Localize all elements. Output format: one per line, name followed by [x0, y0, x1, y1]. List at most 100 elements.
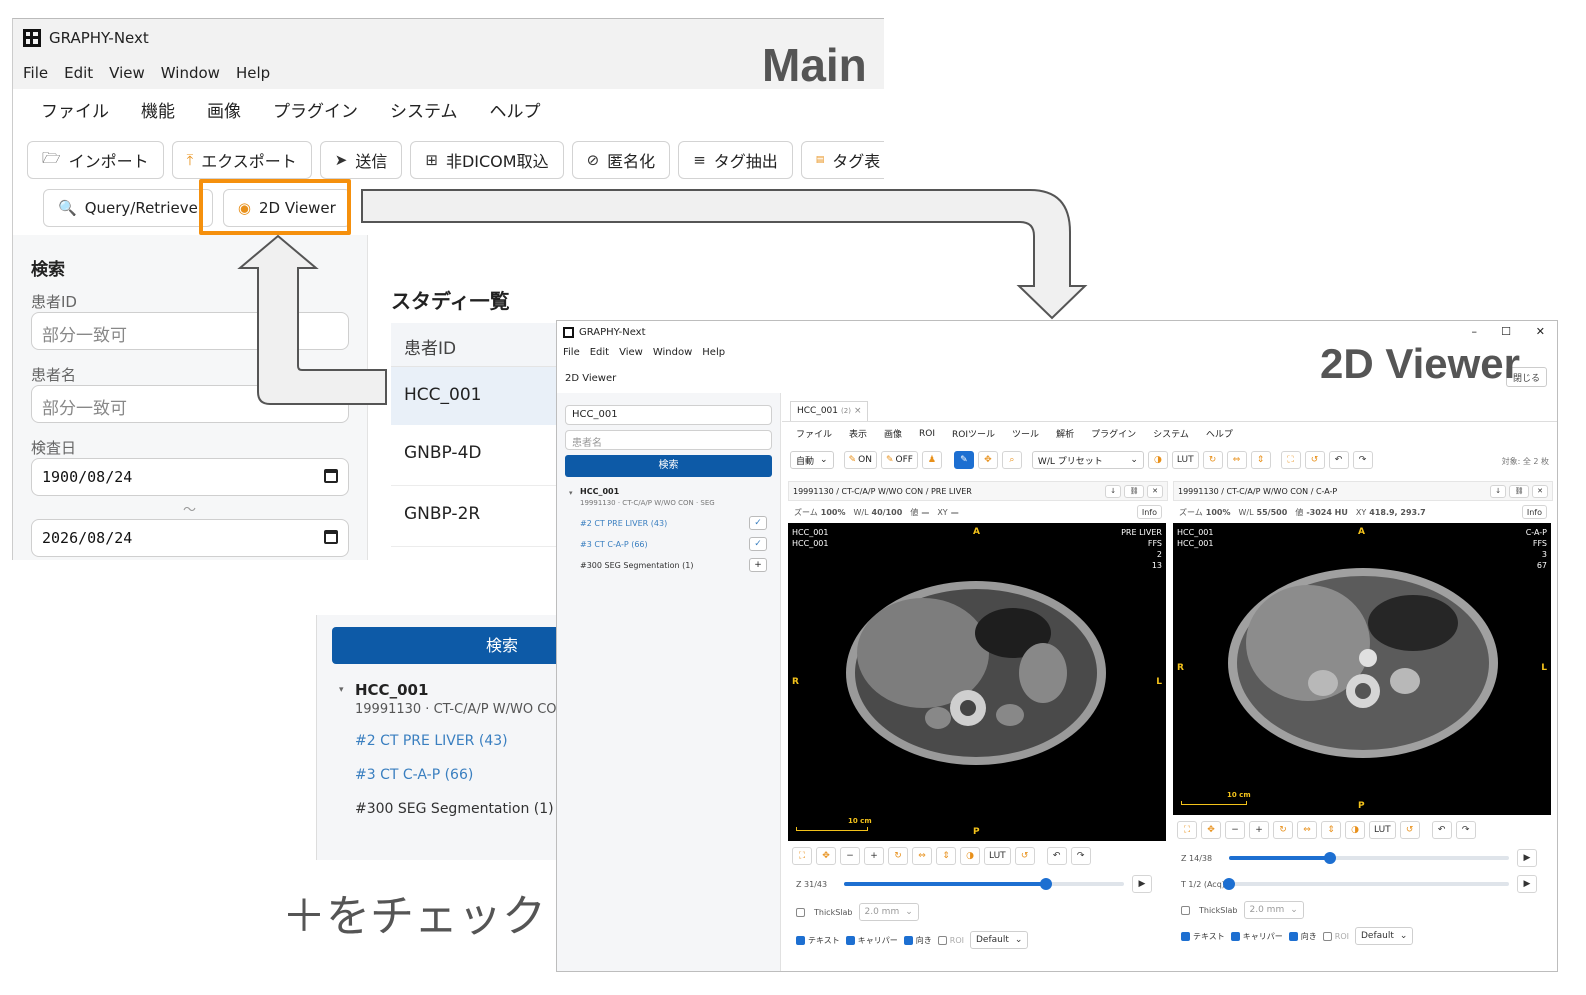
info-button[interactable]: Info — [1136, 505, 1162, 519]
thickslab-checkbox[interactable] — [1181, 905, 1190, 915]
reset-icon[interactable]: ↺ — [1014, 847, 1035, 865]
option-checkbox[interactable]: 向き — [1288, 931, 1317, 942]
option-checkbox[interactable]: テキスト — [796, 935, 840, 946]
undo-icon[interactable]: ↶ — [1328, 451, 1349, 469]
download-icon[interactable]: ↓ — [1105, 484, 1122, 498]
reset-icon[interactable]: ↺ — [1399, 821, 1420, 839]
slice-slider[interactable] — [844, 878, 1124, 890]
slice-slider[interactable] — [1229, 852, 1509, 864]
option-checkbox[interactable]: キャリパー — [845, 935, 898, 946]
zoom-in-icon[interactable]: + — [864, 847, 884, 865]
flip-horizontal-icon[interactable]: ⇔ — [1226, 451, 1247, 469]
invert-icon[interactable]: ◑ — [960, 847, 980, 865]
jp-menu-analysis[interactable]: 解析 — [1056, 427, 1074, 440]
jp-menu-tools[interactable]: ツール — [1012, 427, 1039, 440]
menu-view[interactable]: View — [619, 347, 643, 359]
undo-icon[interactable]: ↶ — [1431, 821, 1452, 839]
play-button[interactable]: ▶ — [1517, 875, 1537, 893]
play-button[interactable]: ▶ — [1517, 849, 1537, 867]
option-checkbox[interactable]: ROI — [1322, 931, 1349, 941]
menu-help[interactable]: Help — [702, 347, 725, 359]
fit-icon[interactable]: ⛶ — [1280, 451, 1301, 469]
draw-tool-icon[interactable]: ✎ — [953, 451, 974, 469]
option-checkbox[interactable]: 向き — [903, 935, 932, 946]
series-check-button[interactable]: ✓ — [749, 537, 767, 551]
patient-id-input[interactable]: HCC_001 — [565, 405, 772, 425]
viewer-search-button[interactable]: 検索 — [565, 455, 772, 477]
flip-vertical-icon[interactable]: ⇕ — [1250, 451, 1271, 469]
preset-select[interactable]: Default ⌄ — [969, 931, 1029, 949]
zoom-in-icon[interactable]: + — [1249, 821, 1269, 839]
menu-edit[interactable]: Edit — [590, 347, 609, 359]
flip-vertical-icon[interactable]: ⇕ — [1321, 821, 1341, 839]
expand-caret-icon[interactable]: ▾ — [569, 489, 573, 497]
close-window-button[interactable]: ✕ — [1536, 325, 1545, 338]
overlay-off-button[interactable]: ✎ OFF — [880, 451, 918, 469]
minimize-button[interactable]: – — [1472, 325, 1478, 338]
jp-menu-system[interactable]: システム — [1153, 427, 1189, 440]
ct-image-viewport[interactable]: HCC_001 HCC_001 C-A-P FFS 3 67 A P R L 10 cm — [1173, 523, 1551, 815]
series-item[interactable]: #3 CT C-A-P (66) — [355, 767, 473, 783]
close-icon[interactable]: ✕ — [1532, 484, 1548, 498]
download-icon[interactable]: ↓ — [1490, 484, 1507, 498]
menu-window[interactable]: Window — [653, 347, 692, 359]
pan-icon[interactable]: ✥ — [816, 847, 836, 865]
slider-knob[interactable] — [1039, 878, 1052, 890]
series-item[interactable]: #3 CT C-A-P (66) — [580, 540, 648, 549]
slider-knob[interactable] — [1323, 852, 1336, 864]
option-checkbox[interactable]: ROI — [937, 935, 964, 945]
jp-menu-image[interactable]: 画像 — [884, 427, 902, 440]
option-checkbox[interactable]: テキスト — [1181, 931, 1225, 942]
auto-select[interactable]: 自動 ⌄ — [790, 451, 834, 469]
rotate-icon[interactable]: ↻ — [1202, 451, 1223, 469]
series-item[interactable]: #2 CT PRE LIVER (43) — [355, 733, 508, 749]
jp-menu-display[interactable]: 表示 — [849, 427, 867, 440]
thickslab-select[interactable]: 2.0 mm ⌄ — [858, 903, 919, 921]
invert-icon[interactable]: ◑ — [1147, 451, 1168, 469]
tab-close-icon[interactable]: × — [854, 406, 862, 417]
tab-hcc-001[interactable]: HCC_001 (2) × — [790, 401, 869, 421]
flip-vertical-icon[interactable]: ⇕ — [936, 847, 956, 865]
reset-icon[interactable]: ↺ — [1304, 451, 1325, 469]
patient-name-input[interactable]: 患者名 — [565, 430, 772, 450]
info-button[interactable]: Info — [1521, 505, 1547, 519]
thickslab-select[interactable]: 2.0 mm ⌄ — [1243, 901, 1304, 919]
lut-button[interactable]: LUT — [1171, 451, 1199, 469]
time-slider[interactable] — [1223, 878, 1509, 890]
flip-horizontal-icon[interactable]: ⇔ — [912, 847, 932, 865]
thickslab-checkbox[interactable] — [796, 907, 805, 917]
flip-horizontal-icon[interactable]: ⇔ — [1297, 821, 1317, 839]
jp-menu-file[interactable]: ファイル — [796, 427, 832, 440]
series-item[interactable]: #300 SEG Segmentation (1) — [355, 801, 554, 817]
wl-preset-select[interactable]: W/L プリセット ⌄ — [1031, 451, 1144, 469]
menu-file[interactable]: File — [563, 347, 580, 359]
pan-icon[interactable]: ✥ — [977, 451, 998, 469]
jp-menu-help[interactable]: ヘルプ — [1206, 427, 1233, 440]
link-icon[interactable]: ⛓ — [1124, 484, 1145, 498]
rotate-icon[interactable]: ↻ — [1273, 821, 1293, 839]
series-add-button[interactable]: + — [749, 558, 767, 572]
preset-select[interactable]: Default ⌄ — [1354, 927, 1414, 945]
undo-icon[interactable]: ↶ — [1046, 847, 1067, 865]
invert-icon[interactable]: ◑ — [1345, 821, 1365, 839]
series-item[interactable]: #2 CT PRE LIVER (43) — [580, 519, 667, 528]
redo-icon[interactable]: ↷ — [1455, 821, 1476, 839]
zoom-out-icon[interactable]: − — [840, 847, 860, 865]
person-icon[interactable]: ♟ — [921, 451, 942, 469]
option-checkbox[interactable]: キャリパー — [1230, 931, 1283, 942]
lut-button[interactable]: LUT — [984, 847, 1011, 865]
ct-image-viewport[interactable]: HCC_001 HCC_001 PRE LIVER FFS 2 13 A P R L 1… — [788, 523, 1166, 841]
link-icon[interactable]: ⛓ — [1509, 484, 1530, 498]
jp-menu-roi[interactable]: ROI — [919, 429, 935, 439]
pan-icon[interactable]: ✥ — [1201, 821, 1221, 839]
jp-menu-plugin[interactable]: プラグイン — [1091, 427, 1136, 440]
maximize-button[interactable]: ☐ — [1501, 325, 1511, 338]
overlay-on-button[interactable]: ✎ ON — [843, 451, 877, 469]
zoom-out-icon[interactable]: − — [1225, 821, 1245, 839]
fit-icon[interactable]: ⛶ — [1177, 821, 1197, 839]
redo-icon[interactable]: ↷ — [1352, 451, 1373, 469]
close-icon[interactable]: ✕ — [1147, 484, 1163, 498]
series-check-button[interactable]: ✓ — [749, 516, 767, 530]
zoom-icon[interactable]: ⌕ — [1001, 451, 1022, 469]
lut-button[interactable]: LUT — [1369, 821, 1396, 839]
